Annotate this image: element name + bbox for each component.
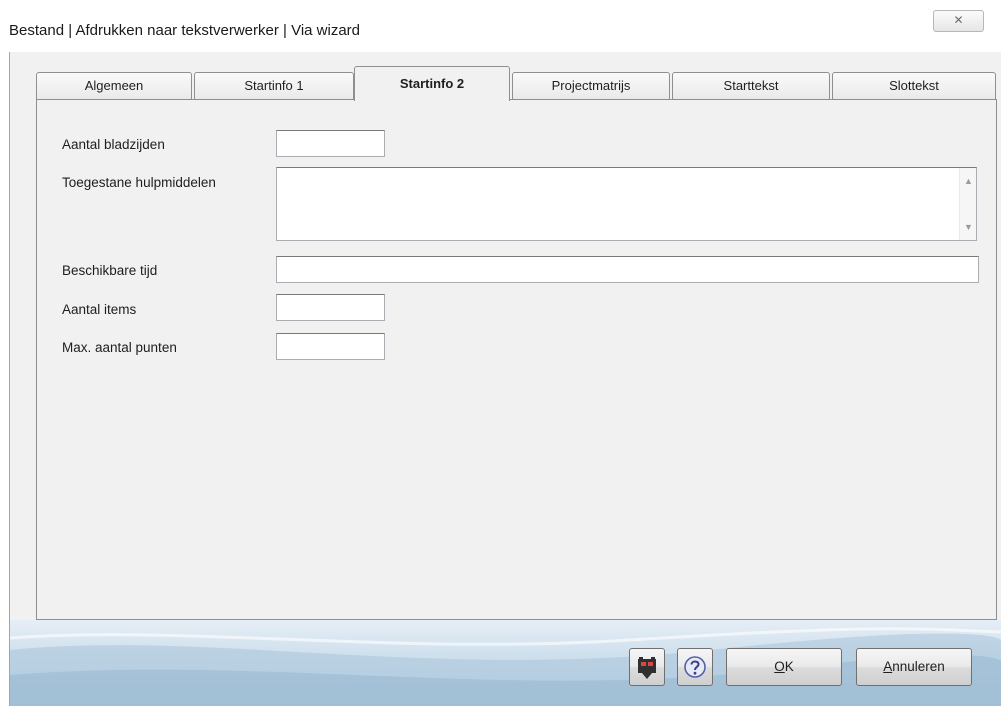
aantal-bladzijden-field[interactable] bbox=[276, 130, 385, 157]
max-aantal-punten-field[interactable] bbox=[276, 333, 385, 360]
help-button[interactable] bbox=[677, 648, 713, 686]
window-title: Bestand | Afdrukken naar tekstverwerker … bbox=[9, 22, 361, 39]
toegestane-hulpmiddelen-label: Toegestane hulpmiddelen bbox=[62, 175, 216, 190]
close-icon: ✕ bbox=[953, 13, 964, 27]
toegestane-hulpmiddelen-field[interactable]: ▲ ▼ bbox=[276, 167, 977, 241]
ok-label-rest: K bbox=[784, 659, 794, 674]
film-button[interactable] bbox=[629, 648, 665, 686]
footer-wave-decoration bbox=[10, 627, 1001, 706]
film-camera-icon bbox=[638, 657, 656, 679]
ok-button[interactable]: OK bbox=[726, 648, 842, 686]
beschikbare-tijd-field[interactable] bbox=[276, 256, 979, 283]
tab-slottekst[interactable]: Slottekst bbox=[832, 72, 996, 100]
tab-projectmatrijs[interactable]: Projectmatrijs bbox=[512, 72, 670, 100]
vertical-scrollbar[interactable]: ▲ ▼ bbox=[959, 168, 976, 240]
scroll-up-arrow-icon[interactable]: ▲ bbox=[960, 176, 976, 186]
footer-background bbox=[10, 620, 1001, 706]
cancel-label-rest: nnuleren bbox=[892, 659, 945, 674]
beschikbare-tijd-label: Beschikbare tijd bbox=[62, 263, 158, 278]
max-aantal-punten-label: Max. aantal punten bbox=[62, 340, 177, 355]
ok-mnemonic: O bbox=[774, 659, 785, 674]
aantal-items-label: Aantal items bbox=[62, 302, 137, 317]
title-bar: Bestand | Afdrukken naar tekstverwerker … bbox=[0, 0, 1001, 52]
dialog-window: Bestand | Afdrukken naar tekstverwerker … bbox=[0, 0, 1001, 706]
tab-starttekst[interactable]: Starttekst bbox=[672, 72, 830, 100]
window-left-border bbox=[0, 52, 10, 706]
tab-strip: Algemeen Startinfo 1 Startinfo 2 Project… bbox=[36, 66, 996, 101]
aantal-bladzijden-label: Aantal bladzijden bbox=[62, 137, 165, 152]
scroll-down-arrow-icon[interactable]: ▼ bbox=[960, 222, 976, 232]
tab-algemeen[interactable]: Algemeen bbox=[36, 72, 192, 100]
cancel-button[interactable]: Annuleren bbox=[856, 648, 972, 686]
aantal-items-field[interactable] bbox=[276, 294, 385, 321]
tab-startinfo-2[interactable]: Startinfo 2 bbox=[354, 66, 510, 101]
help-icon bbox=[684, 656, 706, 678]
tab-startinfo-1[interactable]: Startinfo 1 bbox=[194, 72, 354, 100]
cancel-mnemonic: A bbox=[883, 659, 893, 674]
close-button[interactable]: ✕ bbox=[933, 10, 984, 32]
